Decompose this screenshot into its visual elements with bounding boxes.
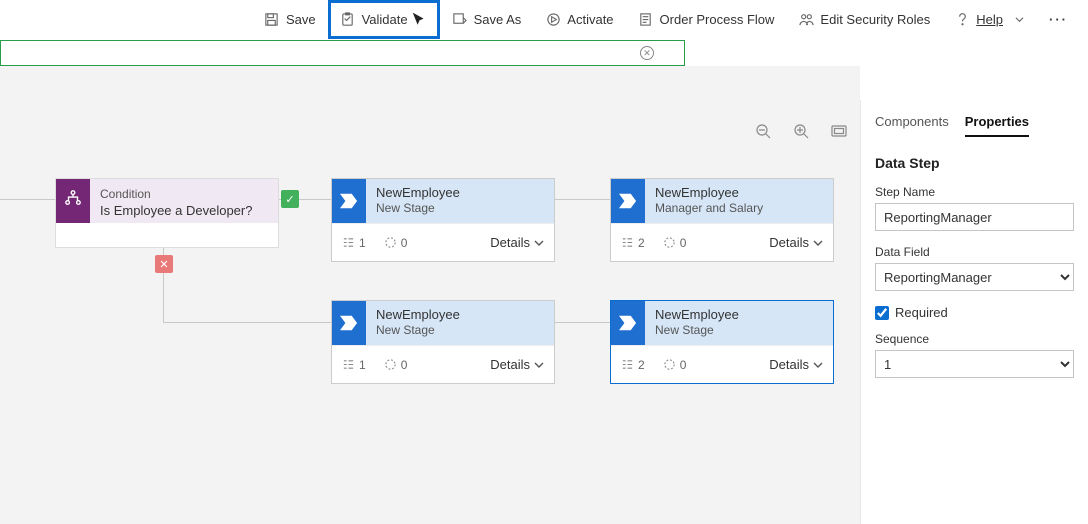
data-field-label: Data Field bbox=[875, 245, 1074, 259]
connector-line bbox=[555, 199, 610, 200]
validate-icon bbox=[340, 12, 356, 28]
stage-icon bbox=[332, 179, 366, 223]
save-button[interactable]: Save bbox=[252, 0, 328, 39]
stage-entity: NewEmployee bbox=[655, 307, 823, 323]
branch-yes-marker: ✓ bbox=[281, 190, 299, 208]
flow-step: 0 bbox=[663, 236, 687, 250]
connector-line bbox=[0, 199, 55, 200]
tab-components[interactable]: Components bbox=[875, 114, 949, 137]
tab-properties[interactable]: Properties bbox=[965, 114, 1029, 137]
stage-name: New Stage bbox=[376, 323, 544, 337]
stage-entity: NewEmployee bbox=[655, 185, 823, 201]
condition-type-label: Condition bbox=[100, 187, 268, 201]
activate-button[interactable]: Activate bbox=[533, 0, 625, 39]
branch-no-marker: ✕ bbox=[155, 255, 173, 273]
notification-close-icon[interactable]: ✕ bbox=[640, 46, 654, 60]
sequence-label: Sequence bbox=[875, 332, 1074, 346]
connector-line bbox=[555, 322, 610, 323]
order-flow-icon bbox=[638, 12, 654, 28]
roles-icon bbox=[798, 12, 814, 28]
edit-security-roles-button[interactable]: Edit Security Roles bbox=[786, 0, 942, 39]
order-process-flow-button[interactable]: Order Process Flow bbox=[626, 0, 787, 39]
order-flow-label: Order Process Flow bbox=[660, 12, 775, 27]
details-button[interactable]: Details bbox=[769, 235, 823, 250]
flow-step: 0 bbox=[384, 358, 408, 372]
activate-label: Activate bbox=[567, 12, 613, 27]
validate-label: Validate bbox=[362, 12, 408, 27]
flow-step: 0 bbox=[663, 358, 687, 372]
panel-section-title: Data Step bbox=[875, 155, 1074, 171]
chevron-down-icon bbox=[1011, 12, 1027, 28]
properties-panel: Components Properties Data Step Step Nam… bbox=[860, 100, 1088, 524]
save-as-button[interactable]: Save As bbox=[440, 0, 534, 39]
steps-count: 2 bbox=[621, 358, 645, 372]
steps-count: 2 bbox=[621, 236, 645, 250]
more-icon: ··· bbox=[1049, 12, 1068, 27]
roles-label: Edit Security Roles bbox=[820, 12, 930, 27]
required-label[interactable]: Required bbox=[895, 305, 948, 320]
condition-card[interactable]: Condition Is Employee a Developer? bbox=[55, 178, 279, 248]
flow-step: 0 bbox=[384, 236, 408, 250]
condition-footer bbox=[56, 223, 278, 247]
toolbar: Save Validate Save As Activate Order Pro… bbox=[0, 0, 1088, 40]
step-name-label: Step Name bbox=[875, 185, 1074, 199]
panel-tabs: Components Properties bbox=[875, 100, 1074, 145]
notification-bar: ✕ bbox=[0, 40, 685, 66]
sequence-select[interactable]: 1 bbox=[875, 350, 1074, 378]
save-as-label: Save As bbox=[474, 12, 522, 27]
fit-to-screen-button[interactable] bbox=[830, 122, 848, 140]
condition-question: Is Employee a Developer? bbox=[100, 203, 268, 218]
details-button[interactable]: Details bbox=[769, 357, 823, 372]
zoom-out-button[interactable] bbox=[754, 122, 772, 140]
help-button[interactable]: Help bbox=[942, 0, 1039, 39]
stage-name: New Stage bbox=[655, 323, 823, 337]
cursor-icon bbox=[412, 12, 428, 28]
stage-card-manager-salary[interactable]: NewEmployee Manager and Salary 2 0 Detai… bbox=[610, 178, 834, 262]
stage-icon bbox=[332, 301, 366, 345]
validate-button[interactable]: Validate bbox=[328, 0, 440, 39]
more-button[interactable]: ··· bbox=[1039, 0, 1078, 39]
save-icon bbox=[264, 12, 280, 28]
stage-card-newemployee-3[interactable]: NewEmployee New Stage 1 0 Details bbox=[331, 300, 555, 384]
activate-icon bbox=[545, 12, 561, 28]
help-icon bbox=[954, 12, 970, 28]
steps-count: 1 bbox=[342, 358, 366, 372]
designer-canvas[interactable]: Condition Is Employee a Developer? ✓ ✕ N… bbox=[0, 66, 860, 524]
connector-line bbox=[163, 322, 331, 323]
stage-entity: NewEmployee bbox=[376, 307, 544, 323]
stage-card-newemployee-4[interactable]: NewEmployee New Stage 2 0 Details bbox=[610, 300, 834, 384]
help-label: Help bbox=[976, 12, 1003, 27]
zoom-in-button[interactable] bbox=[792, 122, 810, 140]
stage-name: New Stage bbox=[376, 201, 544, 215]
stage-card-newemployee-1[interactable]: NewEmployee New Stage 1 0 Details bbox=[331, 178, 555, 262]
stage-entity: NewEmployee bbox=[376, 185, 544, 201]
stage-icon bbox=[611, 301, 645, 345]
details-button[interactable]: Details bbox=[490, 235, 544, 250]
data-field-select[interactable]: ReportingManager bbox=[875, 263, 1074, 291]
canvas-tools bbox=[754, 122, 848, 140]
details-button[interactable]: Details bbox=[490, 357, 544, 372]
stage-icon bbox=[611, 179, 645, 223]
steps-count: 1 bbox=[342, 236, 366, 250]
stage-name: Manager and Salary bbox=[655, 201, 823, 215]
save-as-icon bbox=[452, 12, 468, 28]
save-label: Save bbox=[286, 12, 316, 27]
required-checkbox[interactable] bbox=[875, 306, 889, 320]
step-name-input[interactable] bbox=[875, 203, 1074, 231]
